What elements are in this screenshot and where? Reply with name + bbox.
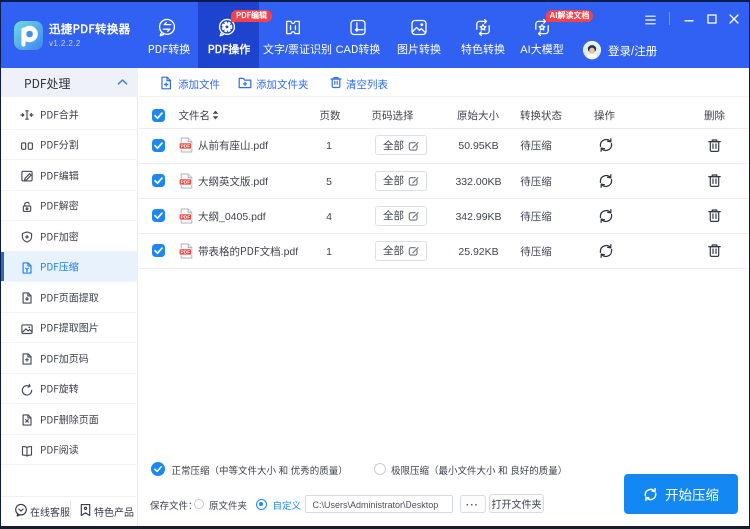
svg-text:PDF: PDF — [181, 249, 191, 255]
svg-text:PDF: PDF — [181, 144, 191, 150]
svg-text:PDF: PDF — [181, 214, 191, 220]
svg-text:PDF: PDF — [181, 179, 191, 185]
